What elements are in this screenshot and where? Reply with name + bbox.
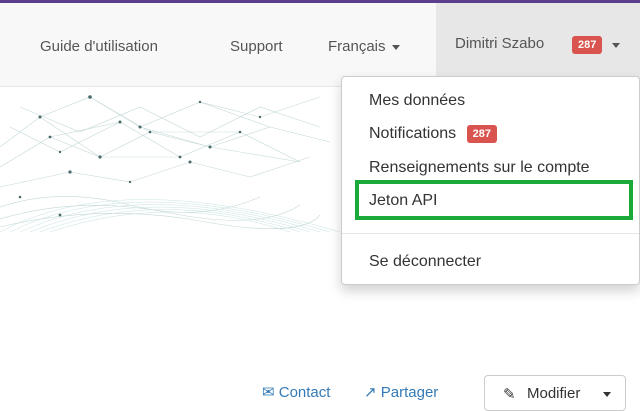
- menu-item-account-info[interactable]: Renseignements sur le compte: [369, 158, 590, 178]
- menu-item-api-token[interactable]: Jeton API: [369, 191, 438, 211]
- share-icon: ↗: [364, 384, 377, 401]
- language-dropdown[interactable]: Français: [328, 38, 400, 56]
- caret-down-icon: [391, 44, 400, 50]
- contact-label: Contact: [278, 384, 331, 401]
- share-link[interactable]: ↗ Partager: [364, 383, 438, 401]
- caret-down-icon: [603, 392, 611, 397]
- nav-guide-link[interactable]: Guide d'utilisation: [40, 38, 158, 56]
- menu-item-notifications[interactable]: Notifications 287: [369, 124, 497, 144]
- envelope-icon: ✉: [262, 384, 275, 401]
- caret-down-icon: [612, 43, 620, 48]
- notifications-badge: 287: [466, 124, 497, 143]
- language-label: Français: [328, 38, 386, 55]
- user-notification-badge: 287: [572, 36, 603, 54]
- edit-button[interactable]: ✎ Modifier: [484, 375, 626, 411]
- user-dropdown-menu: Mes données Notifications 287 Renseignem…: [341, 76, 640, 285]
- nav-support-link[interactable]: Support: [230, 38, 283, 56]
- user-menu-toggle[interactable]: Dimitri Szabo 287: [436, 3, 640, 87]
- user-name: Dimitri Szabo: [455, 35, 545, 52]
- share-label: Partager: [380, 384, 439, 401]
- menu-item-mes-donnees[interactable]: Mes données: [369, 91, 465, 111]
- edit-label: Modifier: [527, 385, 581, 402]
- top-navbar: Guide d'utilisation Support Français Dim…: [0, 0, 640, 87]
- notifications-label: Notifications: [369, 125, 457, 142]
- contact-link[interactable]: ✉ Contact: [262, 383, 330, 401]
- menu-item-logout[interactable]: Se déconnecter: [369, 252, 481, 272]
- menu-divider: [342, 233, 639, 234]
- pencil-icon: ✎: [503, 386, 516, 403]
